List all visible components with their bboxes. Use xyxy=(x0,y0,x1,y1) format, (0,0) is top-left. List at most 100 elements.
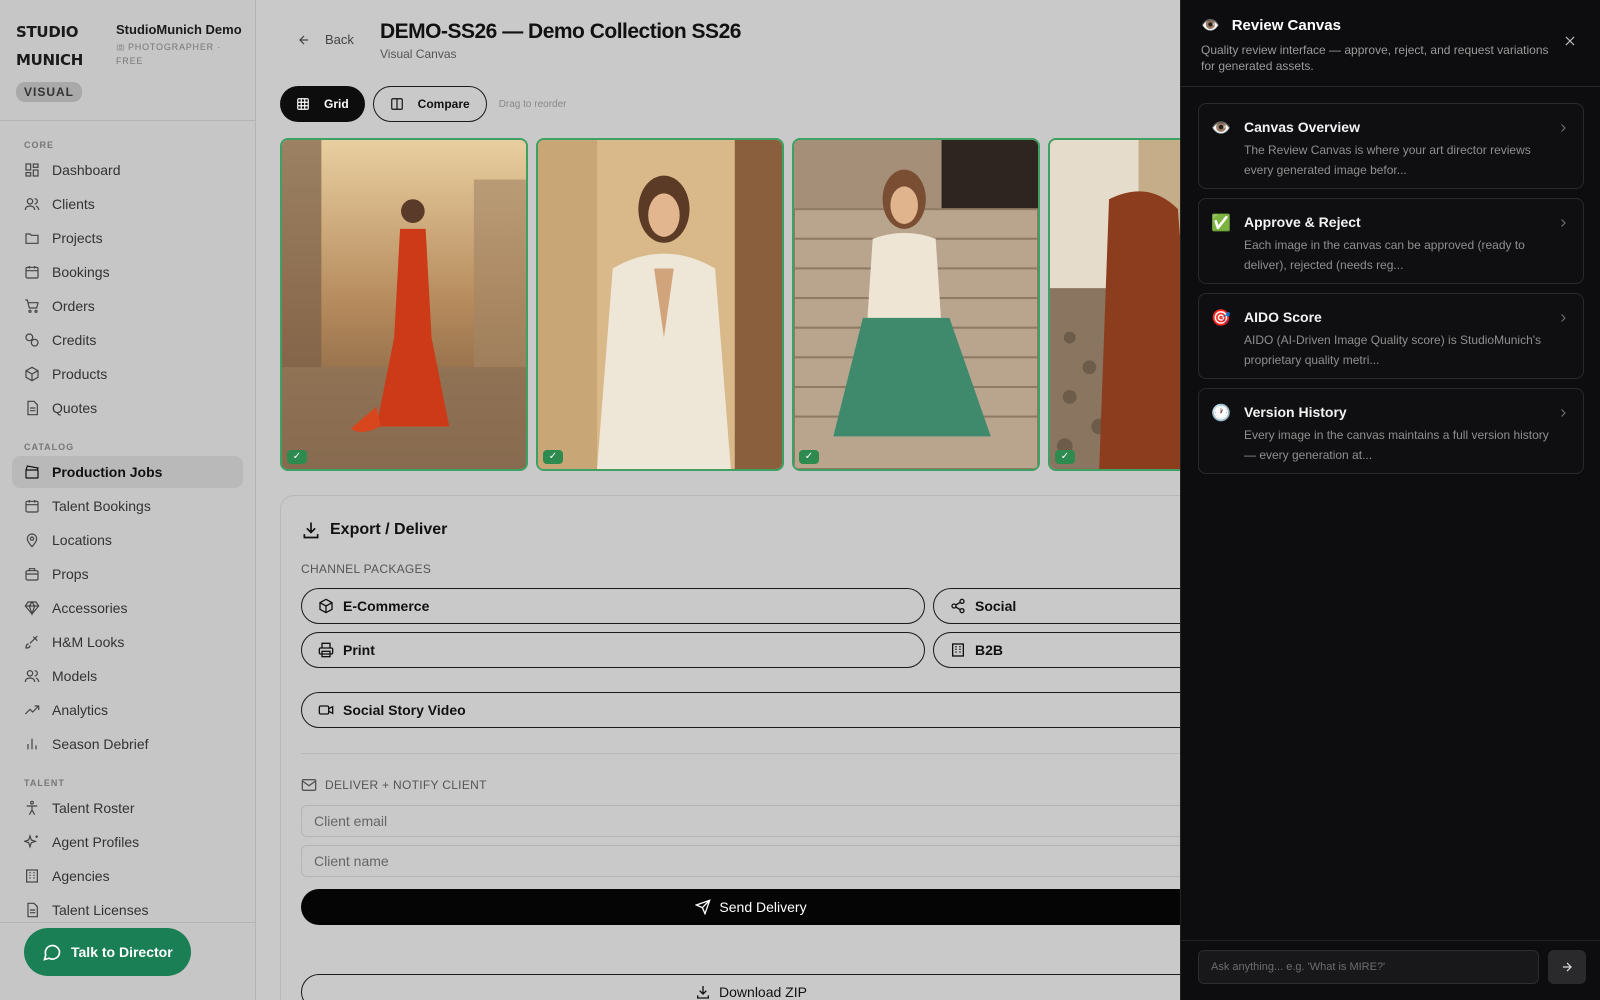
sidebar-item-season-debrief[interactable]: Season Debrief xyxy=(12,728,243,760)
talk-to-director-button[interactable]: Talk to Director xyxy=(24,928,191,976)
sidebar-item-products[interactable]: Products xyxy=(12,358,243,390)
chevron-right-icon xyxy=(1561,314,1566,322)
panel-divider xyxy=(1181,86,1600,87)
sidebar-item-props[interactable]: Props xyxy=(12,558,243,590)
image-card[interactable]: ✓ xyxy=(280,138,528,471)
download-zip-button[interactable]: Download ZIP xyxy=(301,974,1201,1000)
eye-icon: 👁️ xyxy=(1211,120,1231,137)
deliver-notify-label: DELIVER + NOTIFY CLIENT xyxy=(301,777,487,793)
channel-label: B2B xyxy=(975,642,1004,658)
image-card[interactable]: ✓ xyxy=(536,138,784,471)
channel-ecommerce-button[interactable]: E-Commerce xyxy=(301,588,925,624)
cart-icon xyxy=(25,299,39,313)
mail-icon xyxy=(301,779,317,791)
sidebar-item-label: Props xyxy=(52,566,89,582)
approved-badge: ✓ xyxy=(799,450,819,464)
notify-label-text: DELIVER + NOTIFY CLIENT xyxy=(325,778,487,792)
dashboard-icon xyxy=(25,163,39,177)
sidebar-item-talent-bookings[interactable]: Talent Bookings xyxy=(12,490,243,522)
ask-input[interactable] xyxy=(1198,950,1539,984)
clock-icon: 🕐 xyxy=(1211,405,1231,422)
sidebar-item-label: Quotes xyxy=(52,400,98,416)
sidebar-item-talent-roster[interactable]: Talent Roster xyxy=(12,792,243,824)
grid-icon xyxy=(297,98,309,110)
approved-badge: ✓ xyxy=(1055,450,1075,464)
download-icon xyxy=(697,986,710,999)
sidebar-item-label: Production Jobs xyxy=(52,464,163,480)
sidebar-item-label: Dashboard xyxy=(52,162,121,178)
close-icon[interactable] xyxy=(1563,34,1577,53)
page-title: DEMO-SS26 — Demo Collection SS26 xyxy=(380,20,741,43)
sidebar-item-hm-looks[interactable]: H&M Looks xyxy=(12,626,243,658)
sidebar-item-agent-profiles[interactable]: Agent Profiles xyxy=(12,826,243,858)
map-pin-icon xyxy=(26,533,38,548)
sidebar-item-credits[interactable]: Credits xyxy=(12,324,243,356)
image-card[interactable]: ✓ xyxy=(1048,138,1180,471)
sidebar-item-clients[interactable]: Clients xyxy=(12,188,243,220)
card-text: The Review Canvas is where your art dire… xyxy=(1244,143,1531,177)
channel-label: Print xyxy=(343,642,375,658)
sidebar-item-production-jobs[interactable]: Production Jobs xyxy=(12,456,243,488)
sidebar-bottom-divider xyxy=(0,922,255,923)
org-role: PHOTOGRAPHER · FREE xyxy=(116,40,226,68)
sidebar-item-accessories[interactable]: Accessories xyxy=(12,592,243,624)
help-card-version-history[interactable]: 🕐 Version History Every image in the can… xyxy=(1198,388,1584,474)
client-email-field[interactable] xyxy=(301,805,1201,837)
export-title: Export / Deliver xyxy=(330,521,448,538)
sidebar-item-analytics[interactable]: Analytics xyxy=(12,694,243,726)
brand-tag: VISUAL xyxy=(16,82,83,102)
image-coat-cobblestone xyxy=(1050,140,1180,469)
page-subtitle: Visual Canvas xyxy=(380,47,457,61)
brand: STUDIO MUNICH VISUAL xyxy=(16,18,83,102)
sidebar-item-orders[interactable]: Orders xyxy=(12,290,243,322)
sidebar-item-label: Bookings xyxy=(52,264,110,280)
sidebar-item-locations[interactable]: Locations xyxy=(12,524,243,556)
sidebar-item-agencies[interactable]: Agencies xyxy=(12,860,243,892)
arrow-right-icon xyxy=(1562,962,1572,972)
channel-social-button[interactable]: Social xyxy=(933,588,1201,624)
sidebar-item-label: Orders xyxy=(52,298,95,314)
camera-icon xyxy=(116,44,125,51)
video-icon xyxy=(318,705,334,715)
sparkles-icon xyxy=(24,834,38,849)
compare-view-button[interactable]: Compare xyxy=(372,86,487,122)
view-toolbar: Grid Compare Drag to reorder xyxy=(280,86,567,122)
card-text: Every image in the canvas maintains a fu… xyxy=(1244,428,1549,462)
grid-label: Grid xyxy=(324,97,349,111)
sidebar-item-projects[interactable]: Projects xyxy=(12,222,243,254)
grid-view-button[interactable]: Grid xyxy=(280,86,365,122)
sidebar-item-quotes[interactable]: Quotes xyxy=(12,392,243,424)
ask-send-button[interactable] xyxy=(1548,950,1586,984)
help-card-approve-reject[interactable]: ✅ Approve & Reject Each image in the can… xyxy=(1198,198,1584,284)
sidebar-item-label: Talent Roster xyxy=(52,800,135,816)
document-icon xyxy=(27,902,38,918)
sidebar-item-label: Talent Bookings xyxy=(52,498,151,514)
check-mark-icon: ✅ xyxy=(1211,215,1231,232)
building-icon xyxy=(26,869,38,883)
image-card[interactable]: ✓ xyxy=(792,138,1040,471)
package-icon xyxy=(319,598,333,614)
sidebar-item-label: Credits xyxy=(52,332,97,348)
calendar-icon xyxy=(25,500,39,513)
help-card-aido-score[interactable]: 🎯 AIDO Score AIDO (AI-Driven Image Quali… xyxy=(1198,293,1584,379)
client-name-field[interactable] xyxy=(301,845,1201,877)
send-delivery-button[interactable]: Send Delivery xyxy=(301,889,1201,925)
sidebar-item-label: Agencies xyxy=(52,868,110,884)
channel-print-button[interactable]: Print xyxy=(301,632,925,668)
social-story-video-button[interactable]: Social Story Video xyxy=(301,692,1201,728)
nav-section-talent: TALENT xyxy=(24,778,65,788)
coins-icon xyxy=(25,333,39,347)
back-button[interactable]: Back xyxy=(297,32,354,47)
sidebar-item-dashboard[interactable]: Dashboard xyxy=(12,154,243,186)
panel-header: 👁️ Review Canvas Quality review interfac… xyxy=(1201,16,1580,74)
channel-b2b-button[interactable]: B2B xyxy=(933,632,1201,668)
sidebar-item-models[interactable]: Models xyxy=(12,660,243,692)
brand-logo[interactable]: STUDIO MUNICH xyxy=(16,18,83,74)
chat-bubble-icon xyxy=(43,944,61,961)
help-card-canvas-overview[interactable]: 👁️ Canvas Overview The Review Canvas is … xyxy=(1198,103,1584,189)
folder-icon xyxy=(25,233,39,244)
sidebar-nav: CORE Dashboard Clients Projects Bookings… xyxy=(12,126,243,928)
sidebar-item-label: Locations xyxy=(52,532,112,548)
sidebar-item-bookings[interactable]: Bookings xyxy=(12,256,243,288)
talk-button-label: Talk to Director xyxy=(71,944,173,960)
